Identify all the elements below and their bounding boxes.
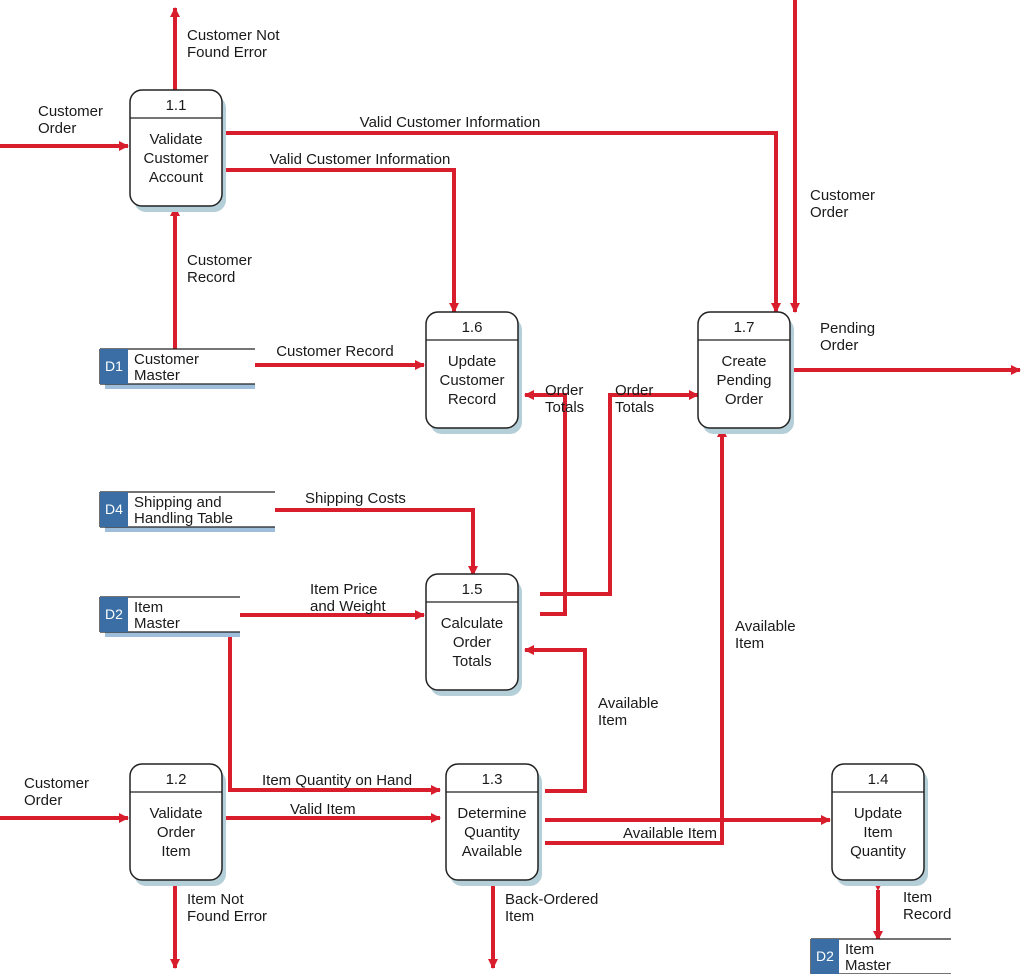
flow-item-qty-on-hand <box>230 634 440 790</box>
label-avail-item-v2: Item <box>598 712 627 729</box>
datastore-d4: D4 Shipping and Handling Table <box>100 492 275 532</box>
svg-text:1.2: 1.2 <box>166 771 187 788</box>
datastore-d2-bottom: D2 Item Master <box>811 939 951 974</box>
process-1-1: 1.1 Validate Customer Account <box>130 90 226 212</box>
svg-text:Record: Record <box>448 391 496 408</box>
svg-text:Determine: Determine <box>457 805 526 822</box>
svg-text:Customer: Customer <box>439 372 504 389</box>
label-avail-item-r1: Available <box>735 618 796 635</box>
process-1-4: 1.4 Update Item Quantity <box>832 764 928 886</box>
flow-valid-cust-info-to-1-6 <box>221 170 454 312</box>
svg-text:Quantity: Quantity <box>850 843 906 860</box>
svg-text:Create: Create <box>721 353 766 370</box>
svg-text:Available: Available <box>462 843 523 860</box>
svg-text:Order: Order <box>725 391 763 408</box>
svg-text:Account: Account <box>149 169 204 186</box>
label-cust-not-found-2: Found Error <box>187 44 267 61</box>
flow-available-item-to-1-7 <box>545 428 722 843</box>
flow-order-totals-to-1-6 <box>525 395 565 614</box>
svg-text:Validate: Validate <box>149 131 202 148</box>
svg-text:Master: Master <box>134 367 180 384</box>
svg-text:D2: D2 <box>105 606 123 622</box>
label-item-price-2: and Weight <box>310 598 386 615</box>
label-valid-cust-info-mid: Valid Customer Information <box>270 151 451 168</box>
label-item-not-found-1: Item Not <box>187 891 245 908</box>
label-order-totals-r1: Order <box>615 382 653 399</box>
dfd-diagram: Customer Order Customer Not Found Error … <box>0 0 1024 974</box>
svg-text:Pending: Pending <box>716 372 771 389</box>
label-valid-item: Valid Item <box>290 801 356 818</box>
label-valid-cust-info-top: Valid Customer Information <box>360 114 541 131</box>
svg-text:Master: Master <box>845 957 891 974</box>
svg-text:Master: Master <box>134 615 180 632</box>
svg-text:Calculate: Calculate <box>441 615 504 632</box>
label-shipping-costs: Shipping Costs <box>305 490 406 507</box>
label-cust-order-12a: Customer <box>24 775 89 792</box>
svg-text:Customer: Customer <box>134 351 199 368</box>
svg-text:Update: Update <box>854 805 902 822</box>
label-order-totals-l1: Order <box>545 382 583 399</box>
label-item-qty-on-hand: Item Quantity on Hand <box>262 772 412 789</box>
process-1-5: 1.5 Calculate Order Totals <box>426 574 522 696</box>
label-order-totals-r2: Totals <box>615 399 654 416</box>
svg-text:1.6: 1.6 <box>462 319 483 336</box>
label-item-price-1: Item Price <box>310 581 378 598</box>
label-cust-record-b: Record <box>187 269 235 286</box>
svg-text:Item: Item <box>161 843 190 860</box>
svg-text:Order: Order <box>453 634 491 651</box>
label-item-not-found-2: Found Error <box>187 908 267 925</box>
label-pending-order-1: Pending <box>820 320 875 337</box>
label-back-ordered-1: Back-Ordered <box>505 891 598 908</box>
svg-text:1.7: 1.7 <box>734 319 755 336</box>
process-1-7: 1.7 Create Pending Order <box>698 312 794 434</box>
svg-text:Quantity: Quantity <box>464 824 520 841</box>
process-1-2: 1.2 Validate Order Item <box>130 764 226 886</box>
label-pending-order-2: Order <box>820 337 858 354</box>
label-customer-order-1b: Order <box>38 120 76 137</box>
svg-text:D1: D1 <box>105 358 123 374</box>
label-back-ordered-2: Item <box>505 908 534 925</box>
svg-text:Item: Item <box>134 599 163 616</box>
svg-text:Validate: Validate <box>149 805 202 822</box>
label-cust-order-17b: Order <box>810 204 848 221</box>
svg-text:Customer: Customer <box>143 150 208 167</box>
label-cust-record-a: Customer <box>187 252 252 269</box>
svg-text:1.5: 1.5 <box>462 581 483 598</box>
svg-text:Handling Table: Handling Table <box>134 510 233 527</box>
label-cust-order-17a: Customer <box>810 187 875 204</box>
label-cust-not-found-1: Customer Not <box>187 27 280 44</box>
label-item-record-1: Item <box>903 889 932 906</box>
label-cust-order-12b: Order <box>24 792 62 809</box>
svg-text:Totals: Totals <box>452 653 491 670</box>
datastore-d2-left: D2 Item Master <box>100 597 240 637</box>
flow-shipping-costs <box>275 510 473 575</box>
svg-text:1.4: 1.4 <box>868 771 889 788</box>
process-1-3: 1.3 Determine Quantity Available <box>446 764 542 886</box>
svg-text:Item: Item <box>863 824 892 841</box>
svg-text:1.1: 1.1 <box>166 97 187 114</box>
svg-text:D4: D4 <box>105 501 123 517</box>
svg-text:Item: Item <box>845 941 874 958</box>
label-item-record-2: Record <box>903 906 951 923</box>
svg-text:1.3: 1.3 <box>482 771 503 788</box>
datastore-d1: D1 Customer Master <box>100 349 255 389</box>
label-customer-order-1: Customer <box>38 103 103 120</box>
svg-text:D2: D2 <box>816 948 834 964</box>
label-avail-item-h: Available Item <box>623 825 717 842</box>
svg-text:Order: Order <box>157 824 195 841</box>
label-cust-record-2: Customer Record <box>276 343 394 360</box>
svg-text:Shipping and: Shipping and <box>134 494 222 511</box>
svg-text:Update: Update <box>448 353 496 370</box>
label-order-totals-l2: Totals <box>545 399 584 416</box>
process-1-6: 1.6 Update Customer Record <box>426 312 522 434</box>
label-avail-item-v1: Available <box>598 695 659 712</box>
label-avail-item-r2: Item <box>735 635 764 652</box>
